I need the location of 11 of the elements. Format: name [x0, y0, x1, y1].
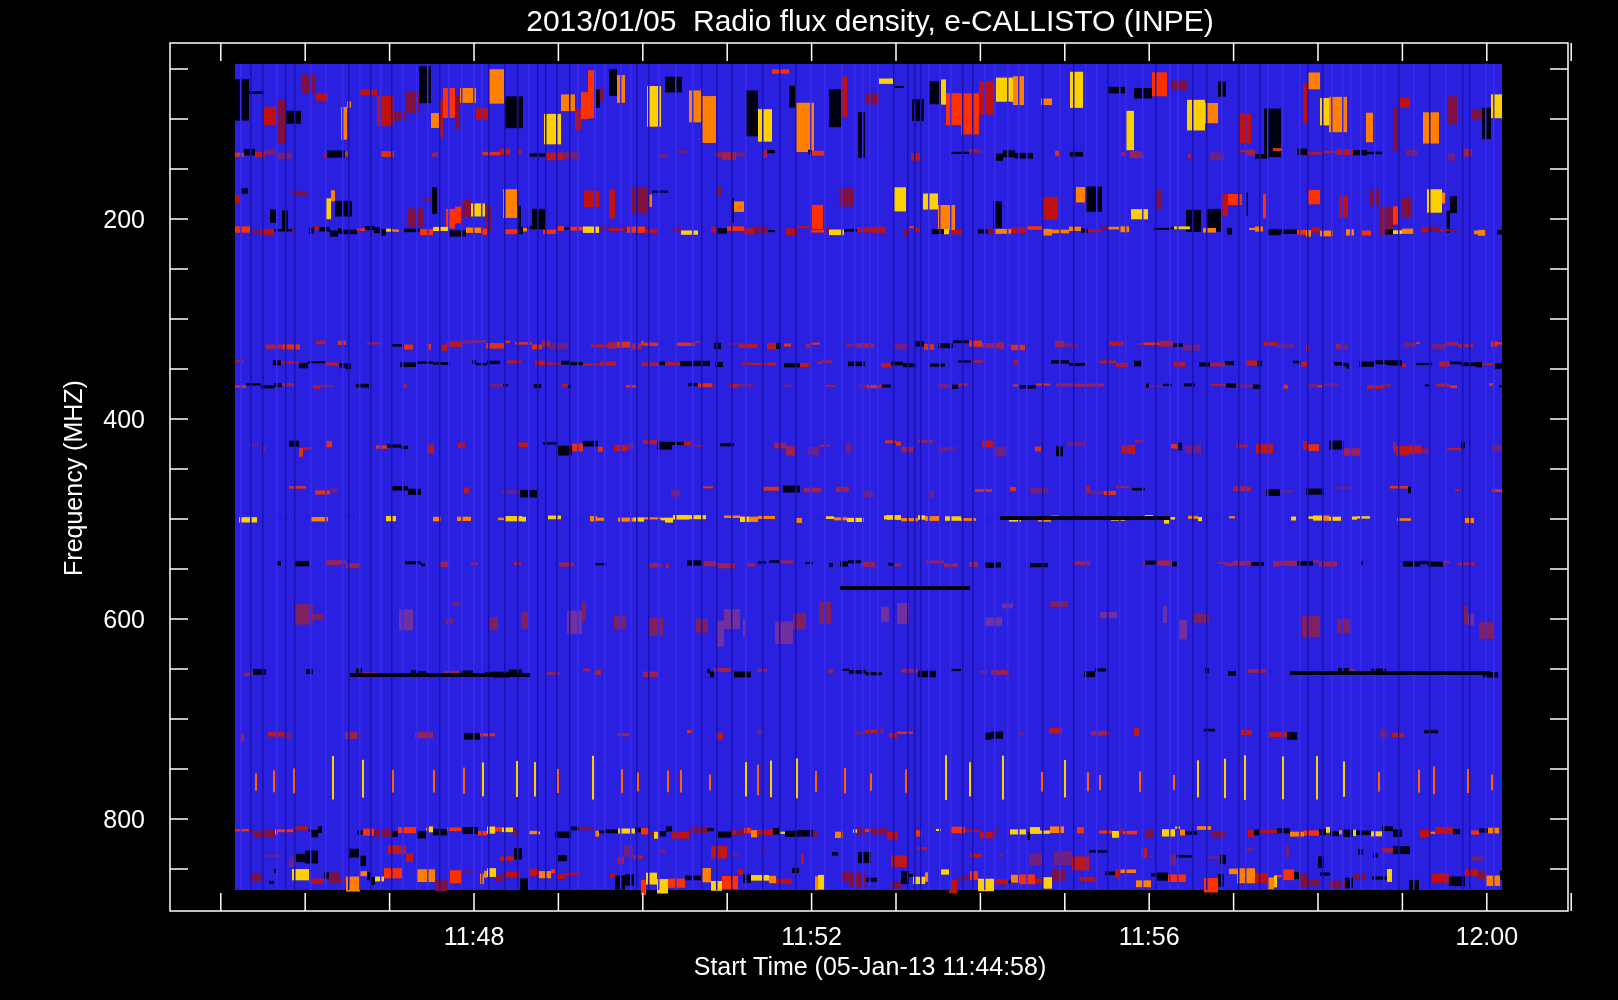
tick-label: 400	[103, 405, 145, 433]
tick-label: 11:52	[781, 922, 842, 950]
tick-label: 12:00	[1455, 922, 1519, 950]
tick-label: 200	[103, 205, 145, 233]
tick-label: 11:56	[1118, 922, 1180, 950]
plot-title: 2013/01/05 Radio flux density, e-CALLISTO (INPE)	[526, 4, 1214, 37]
axis-label: Frequency (MHZ)	[59, 380, 87, 576]
tick-label: 800	[103, 805, 145, 833]
axis-label: Start Time (05-Jan-13 11:44:58)	[693, 952, 1047, 980]
tick-label: 11:48	[443, 922, 505, 950]
tick-label: 600	[103, 605, 145, 633]
